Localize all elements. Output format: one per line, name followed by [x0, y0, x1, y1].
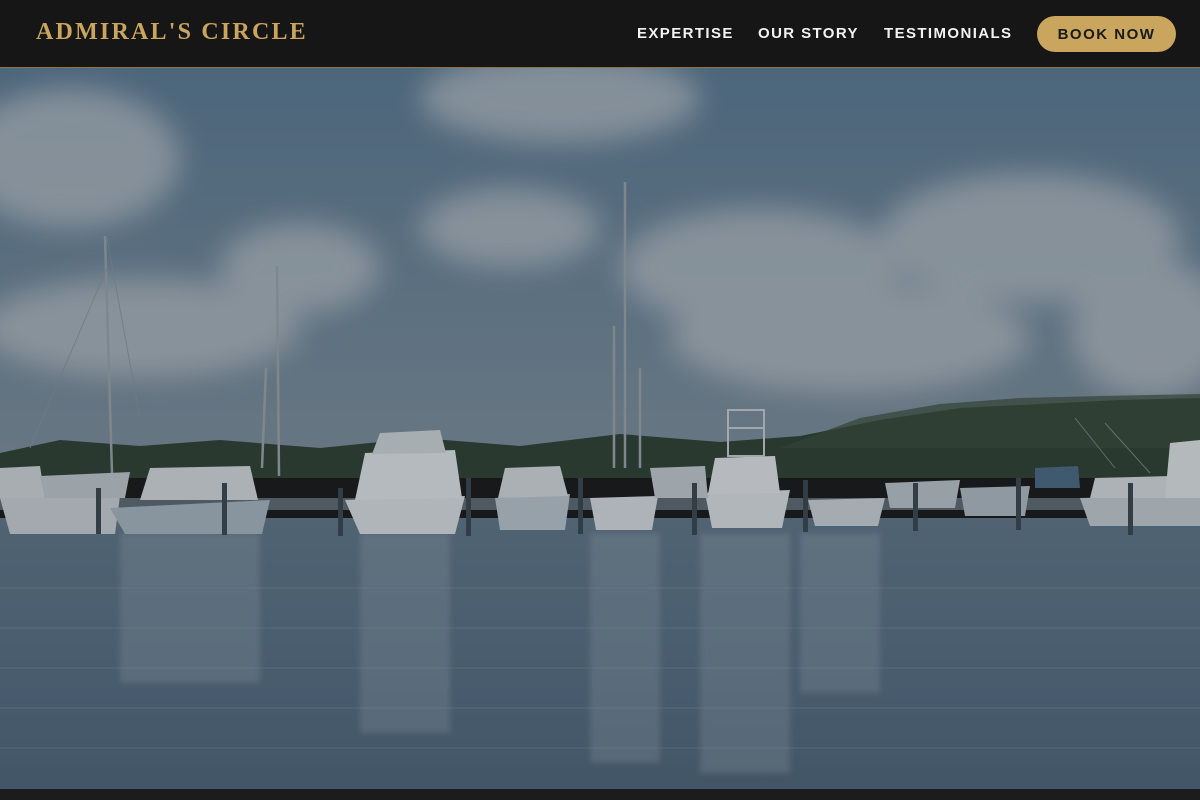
hero-section — [0, 68, 1200, 789]
nav-link-our-story[interactable]: OUR STORY — [758, 25, 859, 42]
next-section-edge — [0, 789, 1200, 800]
hero-marina-image — [0, 68, 1200, 789]
nav-link-expertise[interactable]: EXPERTISE — [637, 25, 734, 42]
brand-logo[interactable]: ADMIRAL'S CIRCLE — [36, 19, 308, 46]
nav-link-testimonials[interactable]: TESTIMONIALS — [884, 25, 1012, 42]
site-header: ADMIRAL'S CIRCLE EXPERTISE OUR STORY TES… — [0, 0, 1200, 68]
book-now-button[interactable]: BOOK NOW — [1037, 16, 1176, 52]
